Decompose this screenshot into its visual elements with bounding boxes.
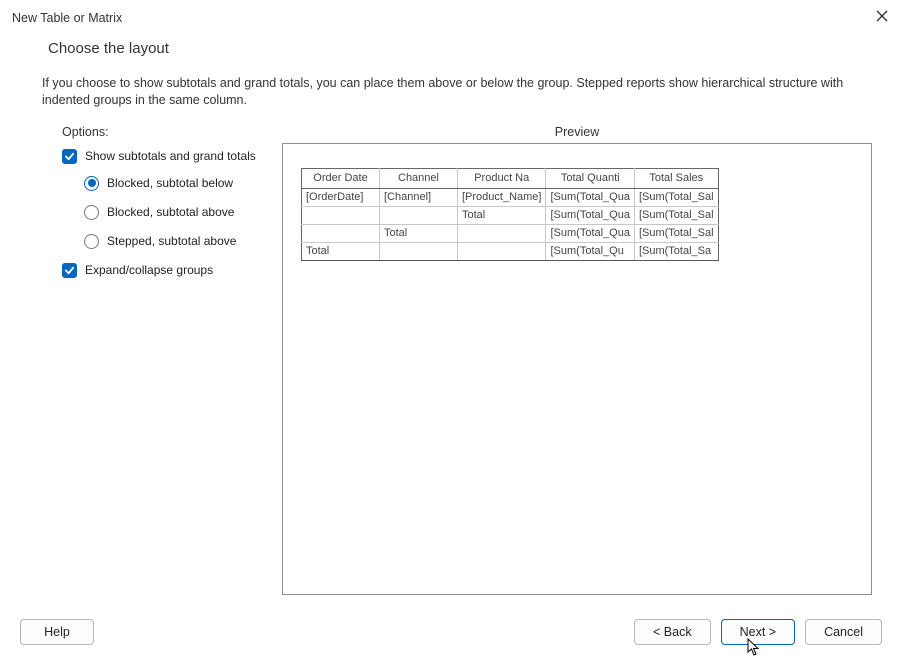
checkbox-checked-icon [62,263,77,278]
preview-table: Order Date Channel Product Na Total Quan… [301,168,719,261]
options-title: Options: [62,125,268,139]
table-cell: [Sum(Total_Qua [546,224,634,242]
table-row: Total [Sum(Total_Qua [Sum(Total_Sal [302,224,719,242]
radio-selected-icon [84,176,99,191]
help-button[interactable]: Help [20,619,94,645]
column-header: Total Sales [634,168,718,188]
page-description: If you choose to show subtotals and gran… [42,75,872,109]
window-title: New Table or Matrix [12,11,122,25]
expand-collapse-label: Expand/collapse groups [85,263,213,277]
table-cell: Total [458,206,546,224]
radio-blocked-below[interactable]: Blocked, subtotal below [84,176,268,191]
close-icon [876,10,888,22]
table-cell: [Sum(Total_Sal [634,188,718,206]
table-cell [302,224,380,242]
options-panel: Options: Show subtotals and grand totals… [48,125,268,595]
table-cell: Total [302,242,380,260]
table-row: Total [Sum(Total_Qu [Sum(Total_Sa [302,242,719,260]
table-cell: [Sum(Total_Sal [634,206,718,224]
table-cell: [Sum(Total_Sa [634,242,718,260]
radio-stepped-above[interactable]: Stepped, subtotal above [84,234,268,249]
table-cell: [Channel] [380,188,458,206]
table-cell: [Sum(Total_Qu [546,242,634,260]
column-header: Channel [380,168,458,188]
expand-collapse-checkbox[interactable]: Expand/collapse groups [62,263,268,278]
radio-label: Stepped, subtotal above [107,234,236,248]
table-cell [380,206,458,224]
table-cell: Total [380,224,458,242]
table-cell [458,224,546,242]
show-subtotals-checkbox[interactable]: Show subtotals and grand totals [62,149,268,164]
table-cell: [Product_Name] [458,188,546,206]
show-subtotals-label: Show subtotals and grand totals [85,149,256,163]
page-heading: Choose the layout [48,40,872,57]
close-button[interactable] [874,8,890,28]
table-header-row: Order Date Channel Product Na Total Quan… [302,168,719,188]
column-header: Order Date [302,168,380,188]
checkbox-checked-icon [62,149,77,164]
footer-bar: Help < Back Next > Cancel [0,608,902,656]
table-cell: [Sum(Total_Sal [634,224,718,242]
back-button[interactable]: < Back [634,619,711,645]
radio-blocked-above[interactable]: Blocked, subtotal above [84,205,268,220]
cancel-button[interactable]: Cancel [805,619,882,645]
radio-label: Blocked, subtotal below [107,176,233,190]
layout-radio-group: Blocked, subtotal below Blocked, subtota… [84,176,268,249]
radio-label: Blocked, subtotal above [107,205,234,219]
table-cell [380,242,458,260]
preview-title: Preview [282,125,872,139]
table-row: [OrderDate] [Channel] [Product_Name] [Su… [302,188,719,206]
table-cell [302,206,380,224]
column-header: Total Quanti [546,168,634,188]
table-cell [458,242,546,260]
radio-unselected-icon [84,205,99,220]
table-cell: [Sum(Total_Qua [546,188,634,206]
table-cell: [Sum(Total_Qua [546,206,634,224]
column-header: Product Na [458,168,546,188]
preview-frame: Order Date Channel Product Na Total Quan… [282,143,872,595]
next-button[interactable]: Next > [721,619,795,645]
table-cell: [OrderDate] [302,188,380,206]
radio-unselected-icon [84,234,99,249]
table-row: Total [Sum(Total_Qua [Sum(Total_Sal [302,206,719,224]
